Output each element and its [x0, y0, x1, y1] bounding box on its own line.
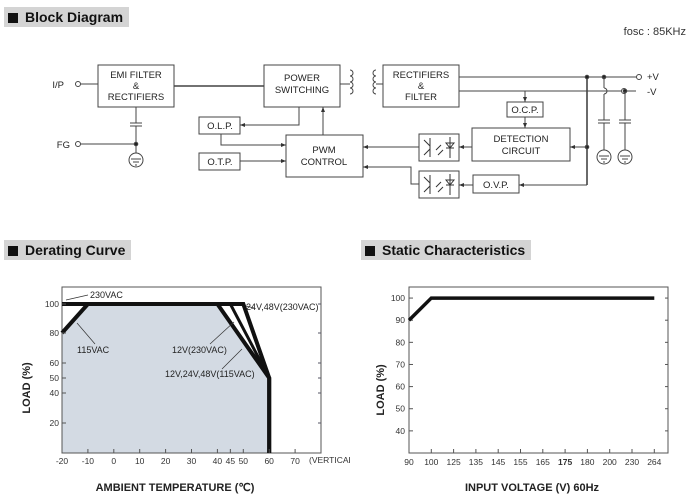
static-ylabel: LOAD (%): [375, 364, 387, 416]
x-tick-label: -20: [56, 456, 69, 466]
derating-curve-title: Derating Curve: [4, 240, 132, 260]
pos-output-terminal: [636, 74, 642, 80]
fg-terminal: [75, 141, 81, 147]
static-chart: 90 100 125 135 145 155 165 175 180 200 230 264 40 50 6…: [375, 286, 669, 494]
x-tick-label: 155: [513, 457, 527, 467]
y-tick-label: 50: [396, 404, 406, 414]
fg-terminal-label: FG: [57, 140, 70, 151]
y-tick-label: 100: [391, 293, 405, 303]
y-tick-label: 40: [50, 388, 60, 398]
derating-curve-title-text: Derating Curve: [25, 242, 126, 258]
y-tick-label: 60: [396, 382, 406, 392]
derating-ylabel: LOAD (%): [21, 362, 33, 414]
y-tick-label: 40: [396, 426, 406, 436]
x-tick-label: 230: [625, 457, 639, 467]
detection-label-2: CIRCUIT: [502, 146, 541, 157]
derating-xlabel: AMBIENT TEMPERATURE (℃): [96, 482, 255, 494]
power-label-1: POWER: [284, 73, 320, 84]
leader-230vac: [65, 294, 89, 301]
x-tick-label: 10: [135, 456, 145, 466]
rect-label-2: &: [418, 81, 425, 92]
pos-output-label: +V: [647, 72, 660, 83]
x-tick-label: 45: [226, 456, 236, 466]
section-bullet-icon: [365, 246, 375, 256]
static-characteristics-title: Static Characteristics: [361, 240, 532, 260]
x-tick-label: 145: [491, 457, 505, 467]
ovp-label: O.V.P.: [483, 180, 509, 191]
rect-label-3: FILTER: [405, 92, 437, 103]
emi-label-3: RECTIFIERS: [108, 92, 164, 103]
annotation-12v-230vac: 12V(230VAC): [172, 345, 227, 355]
pwm-label-1: PWM: [312, 145, 335, 156]
x-tick-label: 90: [404, 457, 414, 467]
pwm-label-2: CONTROL: [301, 157, 347, 168]
y-tick-label: 60: [50, 358, 60, 368]
block-diagram: I/P FG +V -V EMI FILTER & RECTIFIERS POW…: [52, 64, 660, 199]
y-tick-label: 70: [396, 359, 406, 369]
y-tick-label: 20: [50, 418, 60, 428]
transformer-icon: [346, 69, 383, 95]
annotation-115vac: 115VAC: [77, 345, 110, 355]
y-tick-label: 80: [396, 337, 406, 347]
x-tick-label: 40: [213, 456, 223, 466]
pwm-control-box: [285, 134, 364, 178]
x-tick-label: 165: [536, 457, 550, 467]
y-tick-label: 50: [50, 373, 60, 383]
rect-label-1: RECTIFIERS: [393, 70, 449, 81]
emi-label-2: &: [133, 81, 140, 92]
x-tick-label: 20: [161, 456, 171, 466]
input-terminal: [75, 81, 81, 87]
x-tick-label: 60: [264, 456, 274, 466]
x-tick-label: 180: [580, 457, 594, 467]
x-tick-label: -10: [82, 456, 95, 466]
y-tick-label: 100: [45, 299, 59, 309]
x-tick-label: 135: [469, 457, 483, 467]
derating-chart: -20 -10 0 10 20 30 40 45 50 60 702040506080100 LOA…: [21, 286, 350, 494]
x-tick-label: 100: [424, 457, 438, 467]
x-tick-label: 125: [447, 457, 461, 467]
static-plot-frame: [408, 286, 669, 454]
x-tick-label: 30: [187, 456, 197, 466]
x-tick-label: 264: [647, 457, 661, 467]
ocp-label: O.C.P.: [511, 105, 538, 116]
y-tick-label: 90: [396, 315, 406, 325]
x-tick-label: 0: [111, 456, 116, 466]
y-tick-label: 80: [50, 328, 60, 338]
emi-label-1: EMI FILTER: [110, 70, 162, 81]
derating-x-extra-label: (VERTICAL): [309, 455, 350, 465]
x-tick-label: 70: [290, 456, 300, 466]
x-tick-label: 175: [558, 457, 572, 467]
annotation-230vac: 230VAC: [90, 290, 123, 300]
annotation-24v48v-230vac: 24V,48V(230VAC): [246, 302, 319, 312]
section-bullet-icon: [8, 246, 18, 256]
otp-label: O.T.P.: [207, 157, 232, 168]
x-tick-label: 200: [603, 457, 617, 467]
neg-output-label: -V: [647, 87, 657, 98]
detection-label-1: DETECTION: [494, 134, 549, 145]
annotation-12v24v48v-115vac: 12V,24V,48V(115VAC): [165, 369, 255, 379]
input-terminal-label: I/P: [52, 80, 64, 91]
x-tick-label: 50: [239, 456, 249, 466]
olp-label: O.L.P.: [207, 121, 233, 132]
static-characteristics-title-text: Static Characteristics: [382, 242, 526, 258]
static-xlabel: INPUT VOLTAGE (V) 60Hz: [465, 482, 600, 494]
power-label-2: SWITCHING: [275, 85, 329, 96]
